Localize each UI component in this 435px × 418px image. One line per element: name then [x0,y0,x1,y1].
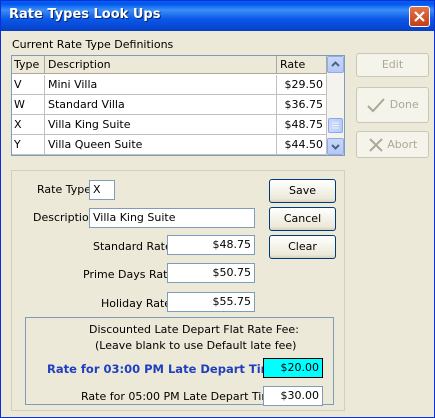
cell-rate: $36.75 [277,95,327,115]
late-3pm-field[interactable]: $20.00 [263,358,323,378]
late-fee-heading: Discounted Late Depart Flat Rate Fee: [89,323,299,336]
edit-button-label: Edit [381,58,404,71]
late-5pm-label: Rate for 05:00 PM Late Depart Time: [81,390,283,403]
cell-rate: $29.50 [277,75,327,95]
table-row[interactable]: X Villa King Suite $48.75 [12,115,327,135]
rate-type-field[interactable]: X [89,180,115,200]
rate-type-label: Rate Type: [37,183,95,196]
prime-rate-label: Prime Days Rate: [83,268,178,281]
description-field[interactable]: Villa King Suite [89,208,255,228]
late-3pm-label: Rate for 03:00 PM Late Depart Time: [47,362,286,376]
column-header-description[interactable]: Description [45,56,277,74]
scroll-down-button[interactable] [327,138,344,155]
column-header-rate[interactable]: Rate [277,56,327,74]
abort-button-label: Abort [387,138,418,151]
scroll-thumb[interactable] [328,118,343,133]
cell-type: Y [12,135,45,155]
cell-rate: $44.50 [277,135,327,155]
close-button[interactable] [409,6,430,27]
arrow-up-icon [331,61,340,67]
x-icon [368,138,383,152]
cancel-button[interactable]: Cancel [269,207,336,231]
column-header-type[interactable]: Type [12,56,45,74]
scroll-up-button[interactable] [327,56,344,73]
table-row[interactable]: V Mini Villa $29.50 [12,75,327,95]
abort-button[interactable]: Abort [356,131,429,158]
edit-button[interactable]: Edit [356,53,429,77]
late-fee-note: (Leave blank to use Default late fee) [95,339,297,352]
cell-description: Villa King Suite [45,115,277,135]
holiday-rate-label: Holiday Rate: [101,297,175,310]
current-definitions-label: Current Rate Type Definitions [12,38,174,51]
late-5pm-field[interactable]: $30.00 [263,386,323,406]
done-button[interactable]: Done [356,87,429,123]
done-button-label: Done [389,98,419,111]
save-button[interactable]: Save [269,179,336,203]
rate-type-grid[interactable]: Type Description Rate V Mini Villa $29.5… [11,55,345,156]
grid-header: Type Description Rate [12,56,327,74]
cell-type: X [12,115,45,135]
table-row[interactable]: Y Villa Queen Suite $44.50 [12,135,327,155]
cell-description: Villa Queen Suite [45,135,277,155]
arrow-down-icon [331,144,340,150]
grip-icon [332,122,339,129]
cell-rate: $48.75 [277,115,327,135]
standard-rate-field[interactable]: $48.75 [167,235,255,255]
cell-description: Mini Villa [45,75,277,95]
cell-description: Standard Villa [45,95,277,115]
cell-type: V [12,75,45,95]
title-bar[interactable]: Rate Types Look Ups [1,1,434,31]
grid-vertical-scrollbar[interactable] [327,56,344,155]
clear-button[interactable]: Clear [269,235,336,259]
standard-rate-label: Standard Rate: [93,240,176,253]
table-row[interactable]: W Standard Villa $36.75 [12,95,327,115]
holiday-rate-field[interactable]: $55.75 [167,292,255,312]
rate-types-dialog: Rate Types Look Ups Current Rate Type De… [0,0,435,418]
cell-type: W [12,95,45,115]
prime-rate-field[interactable]: $50.75 [167,263,255,283]
window-title: Rate Types Look Ups [9,7,161,22]
checkmark-icon [367,98,386,113]
close-icon [414,11,425,22]
